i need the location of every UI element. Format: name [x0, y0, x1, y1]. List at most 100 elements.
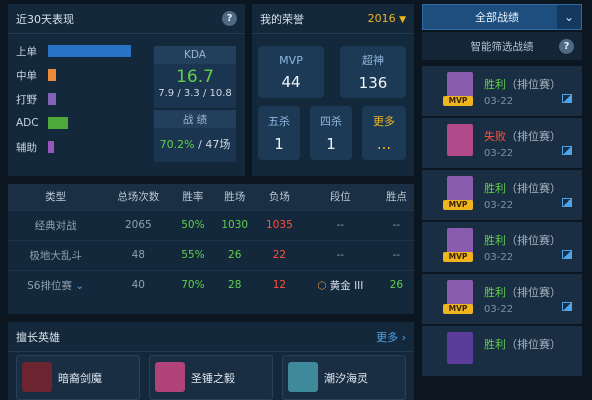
role-row: 上单	[16, 44, 132, 58]
table-cell-wins: 28	[212, 269, 258, 300]
column-header: 负场	[257, 184, 302, 210]
table-cell-type: 极地大乱斗	[8, 239, 104, 270]
cell-text: 70%	[181, 279, 205, 292]
cell-text: 26	[228, 249, 242, 261]
table-cell-points: 26	[378, 269, 414, 300]
honor-label: 五杀	[268, 115, 290, 128]
result-text: 失败	[484, 130, 506, 143]
table-cell-rank: --	[301, 209, 379, 240]
smart-filter[interactable]: 智能筛选战绩 ?	[422, 32, 582, 60]
column-header: 段位	[301, 184, 379, 210]
table-cell-losses: 12	[257, 269, 302, 300]
match-item[interactable]: MVP 胜利（排位赛） 03-22	[422, 274, 582, 324]
image-icon[interactable]	[562, 302, 572, 311]
match-item[interactable]: 失败（排位赛） 03-22	[422, 118, 582, 168]
honor-value: 1	[274, 135, 284, 153]
cell-text: 经典对战	[34, 219, 77, 232]
honor-box: MVP 44	[258, 46, 324, 98]
image-icon[interactable]	[562, 94, 572, 103]
image-icon[interactable]	[562, 250, 572, 259]
match-item[interactable]: MVP 胜利（排位赛） 03-22	[422, 170, 582, 220]
cell-text: --	[336, 219, 345, 231]
hero-name: 潮汐海灵	[324, 372, 368, 385]
gold-rank-icon: ⬡	[317, 279, 330, 292]
match-result: 胜利（排位赛）	[484, 180, 561, 196]
table-cell-total: 2065	[103, 209, 174, 240]
role-label: 上单	[16, 45, 37, 58]
cell-text: 22	[272, 249, 287, 261]
result-text: 胜利	[484, 182, 506, 195]
table-cell-total: 40	[103, 269, 174, 300]
image-icon[interactable]	[562, 198, 572, 207]
help-icon[interactable]: ?	[559, 38, 574, 54]
filter-dropdown[interactable]: 全部战绩 ⌄	[422, 4, 582, 30]
record-title: 战 绩	[154, 110, 236, 128]
cell-text: 26	[389, 279, 404, 292]
record-winrate: 70.2%	[159, 138, 195, 151]
table-cell-winrate: 55%	[173, 239, 213, 270]
kda-detail: 7.9 / 3.3 / 10.8	[158, 88, 232, 99]
role-row: ADC	[16, 116, 68, 130]
image-icon[interactable]	[562, 146, 572, 155]
table-cell-losses: 22	[257, 239, 302, 270]
mvp-badge: MVP	[443, 96, 473, 106]
cell-text: --	[336, 249, 345, 261]
match-date: 03-22	[484, 148, 514, 159]
mode-text: （排位赛）	[506, 78, 561, 91]
role-label: 打野	[16, 93, 37, 106]
role-label: ADC	[16, 117, 39, 129]
honor-box: 超神 136	[340, 46, 406, 98]
result-text: 胜利	[484, 338, 506, 351]
recent-panel: 近30天表现 ? 上单 中单 打野 ADC 辅助 KDA 16.7 7.9 / …	[8, 4, 245, 176]
hero-portrait	[155, 362, 185, 392]
role-bar	[48, 69, 56, 81]
year-select[interactable]: 2016 ▼	[368, 12, 406, 25]
table-cell-losses: 1035	[257, 209, 302, 240]
table-row: S6排位赛 ⌄ 40 70% 28 12 ⬡ 黄金 III 26	[8, 269, 414, 300]
cell-text: S6排位赛	[27, 279, 72, 292]
table-row: 经典对战 2065 50% 1030 1035 -- --	[8, 209, 414, 240]
year-value: 2016	[367, 12, 396, 25]
help-icon[interactable]: ?	[222, 11, 237, 26]
honor-box: 四杀 1	[310, 106, 352, 160]
match-item[interactable]: 胜利（排位赛）	[422, 326, 582, 376]
cell-text: 1035	[266, 219, 293, 231]
column-header: 类型	[8, 184, 104, 210]
match-date: 03-22	[484, 304, 514, 315]
match-item[interactable]: MVP 胜利（排位赛） 03-22	[422, 66, 582, 116]
recent-header: 近30天表现 ?	[8, 4, 245, 34]
chevron-down-icon[interactable]: ⌄	[72, 280, 84, 292]
hero-card[interactable]: 圣锤之毅	[149, 355, 273, 400]
result-text: 胜利	[484, 234, 506, 247]
honor-box[interactable]: 更多 ...	[362, 106, 406, 160]
stats-table: 类型 总场次数 胜率 胜场 负场 段位 胜点 经典对战 2065 50% 1030 1035 -- --…	[8, 184, 414, 300]
champion-avatar	[447, 124, 473, 156]
hero-portrait	[22, 362, 52, 392]
honor-value: 44	[281, 72, 301, 91]
mode-text: （排位赛）	[506, 182, 561, 195]
cell-text: 50%	[181, 219, 205, 231]
caret-down-icon: ▼	[399, 15, 406, 25]
heroes-header: 擅长英雄 更多 ›	[8, 322, 414, 352]
mvp-badge: MVP	[443, 200, 473, 210]
match-item[interactable]: MVP 胜利（排位赛） 03-22	[422, 222, 582, 272]
role-bar	[48, 141, 54, 153]
heroes-title: 擅长英雄	[16, 330, 60, 344]
recent-title: 近30天表现	[16, 12, 74, 26]
record-games: / 47场	[198, 138, 231, 151]
table-cell-winrate: 70%	[173, 269, 213, 300]
cell-text: 极地大乱斗	[29, 249, 82, 262]
honor-panel: 我的荣誉 2016 ▼ MVP 44 超神 136 五杀 1 四杀 1 更多 ...	[252, 4, 414, 176]
table-cell-rank: --	[301, 239, 379, 270]
hero-card[interactable]: 暗裔剑魔	[16, 355, 140, 400]
hero-portrait	[288, 362, 318, 392]
mode-text: （排位赛）	[506, 130, 561, 143]
chevron-right-icon: ›	[401, 330, 406, 344]
role-bar	[48, 117, 68, 129]
honor-title: 我的荣誉	[260, 12, 304, 26]
record-box: 战 绩 70.2% / 47场	[154, 110, 236, 162]
hero-card[interactable]: 潮汐海灵	[282, 355, 406, 400]
honor-label: 更多	[373, 115, 395, 128]
more-heroes-link[interactable]: 更多 ›	[376, 329, 406, 345]
table-cell-total: 48	[103, 239, 174, 270]
